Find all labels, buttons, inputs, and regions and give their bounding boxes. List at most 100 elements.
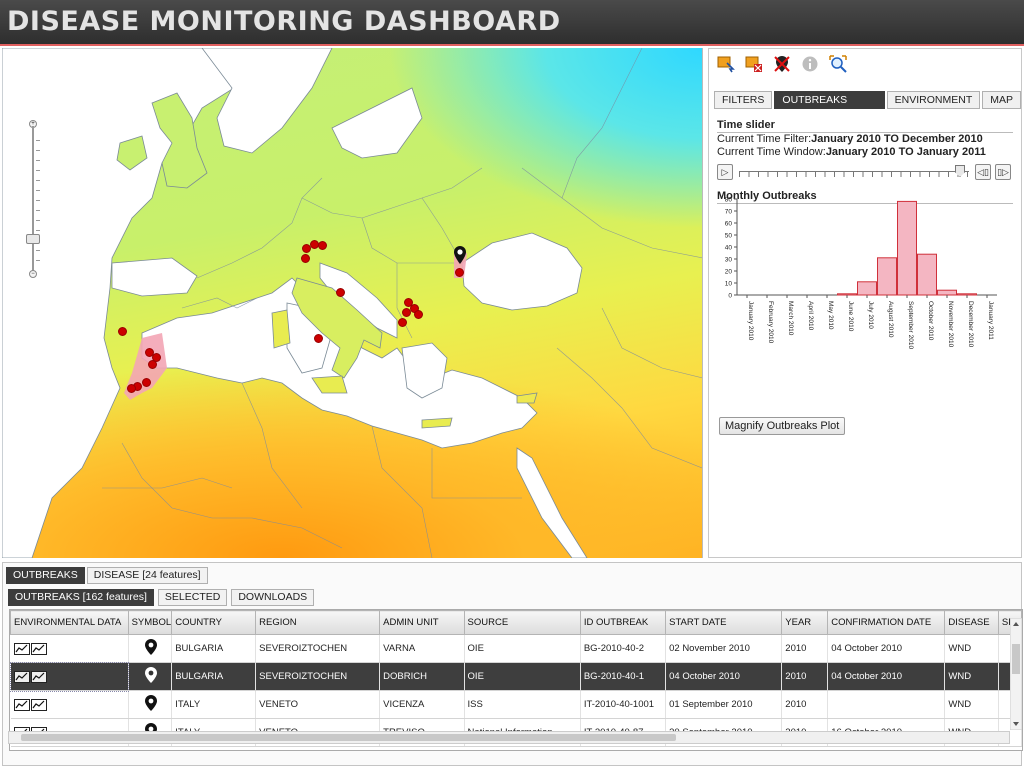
- col-symbol[interactable]: SYMBOL: [127, 610, 173, 635]
- bar: [937, 289, 957, 296]
- subtab-downloads[interactable]: DOWNLOADS: [231, 589, 315, 606]
- tab-map[interactable]: MAP: [982, 91, 1021, 109]
- x-tick-label: November 2010: [947, 301, 954, 348]
- bottom-subtabs: OUTBREAKS [162 features] SELECTED DOWNLO…: [8, 589, 315, 606]
- disease-cell: WND: [944, 690, 999, 719]
- table-row[interactable]: ITALY VENETO VICENZA ISS IT-2010-40-1001 01 S…: [10, 690, 1022, 719]
- tab-outbreaks[interactable]: OUTBREAKS: [6, 567, 85, 584]
- col-year[interactable]: YEAR: [781, 610, 829, 635]
- outbreak-marker[interactable]: [301, 254, 310, 263]
- col-admin-unit[interactable]: ADMIN UNIT: [379, 610, 465, 635]
- table-vertical-scrollbar[interactable]: [1010, 618, 1022, 730]
- right-panel: FILTERS OUTBREAKS GRAPH ENVIRONMENT MAP …: [708, 48, 1022, 558]
- country-cell: BULGARIA: [171, 662, 257, 691]
- outbreak-marker[interactable]: [318, 241, 327, 250]
- col-start-date[interactable]: START DATE: [665, 610, 783, 635]
- tab-filters[interactable]: FILTERS: [714, 91, 773, 109]
- x-tick-label: January 2010: [747, 301, 754, 341]
- map-view[interactable]: + −: [2, 48, 703, 558]
- id-outbreak-cell: BG-2010-40-2: [580, 634, 667, 663]
- start-date-cell: 02 November 2010: [665, 634, 783, 663]
- col-id-outbreak[interactable]: ID OUTBREAK: [579, 610, 667, 635]
- bar: [957, 293, 977, 296]
- step-back-icon[interactable]: ◁▯: [975, 164, 991, 180]
- app-header: DISEASE MONITORING DASHBOARD: [0, 0, 1024, 46]
- env-data-cell: [10, 661, 130, 692]
- col-confirmation-date[interactable]: CONFIRMATION DATE: [827, 610, 946, 635]
- chart-icon[interactable]: [30, 670, 47, 683]
- time-slider[interactable]: ▷ ◁▯ ▯▷: [717, 163, 1013, 181]
- confirmation-date-cell: 04 October 2010: [827, 662, 946, 691]
- start-date-cell: 01 September 2010: [665, 690, 783, 719]
- outbreak-marker[interactable]: [148, 360, 157, 369]
- subtab-selected[interactable]: SELECTED: [157, 589, 228, 606]
- time-window-value: January 2010 TO January 2011: [825, 146, 986, 158]
- step-forward-icon[interactable]: ▯▷: [995, 164, 1011, 180]
- source-cell: ISS: [464, 690, 581, 719]
- time-window-line: Current Time Window:January 2010 TO Janu…: [717, 146, 1013, 159]
- confirmation-date-cell: [827, 690, 946, 719]
- col-source[interactable]: SOURCE: [463, 610, 581, 635]
- col-disease[interactable]: DISEASE: [944, 610, 999, 635]
- outbreak-marker[interactable]: [414, 310, 423, 319]
- outbreak-marker[interactable]: [142, 378, 151, 387]
- region-cell: SEVEROIZTOCHEN: [255, 634, 381, 663]
- tab-environment[interactable]: ENVIRONMENT: [886, 91, 981, 109]
- chart-icon[interactable]: [30, 698, 47, 711]
- table-horizontal-scrollbar[interactable]: [8, 731, 1010, 744]
- table-row[interactable]: BULGARIA SEVEROIZTOCHEN VARNA OIE BG-2010-40…: [10, 634, 1022, 663]
- location-pin-icon: [145, 667, 158, 683]
- col-region[interactable]: REGION: [255, 610, 381, 635]
- x-tick-label: April 2010: [807, 301, 814, 331]
- monthly-outbreaks-chart: 0 10 20 30 40 50 60 70 80 January 2010 February 20…: [725, 197, 997, 349]
- y-tick-label: 60: [725, 221, 733, 228]
- location-pin-icon: [145, 695, 158, 711]
- chart-icon[interactable]: [13, 698, 30, 711]
- symbol-cell: [128, 634, 173, 663]
- play-icon[interactable]: ▷: [717, 164, 733, 180]
- time-slider-ticks: [739, 172, 969, 177]
- subtab-outbreaks-features[interactable]: OUTBREAKS [162 features]: [8, 589, 154, 606]
- chart-icon[interactable]: [13, 642, 30, 655]
- magnify-outbreaks-button[interactable]: Magnify Outbreaks Plot: [719, 417, 846, 435]
- start-date-cell: 04 October 2010: [665, 662, 783, 691]
- bar: [897, 200, 917, 296]
- outbreak-marker[interactable]: [118, 327, 127, 336]
- remove-marker-icon[interactable]: [773, 55, 791, 73]
- symbol-cell: [128, 690, 173, 719]
- bottom-tabs: OUTBREAKS DISEASE [24 features]: [6, 567, 208, 584]
- y-tick-label: 40: [725, 245, 733, 252]
- location-pin-icon: [145, 639, 158, 655]
- x-tick-label: August 2010: [887, 301, 894, 338]
- zoom-extent-icon[interactable]: [829, 55, 847, 73]
- x-tick-label: June 2010: [847, 301, 854, 332]
- info-icon[interactable]: [801, 55, 819, 73]
- table-row[interactable]: BULGARIA SEVEROIZTOCHEN DOBRICH OIE BG-2010-…: [10, 661, 1022, 692]
- outbreak-marker[interactable]: [127, 384, 136, 393]
- bar: [837, 293, 857, 296]
- tab-outbreaks-graph[interactable]: OUTBREAKS GRAPH: [774, 91, 885, 122]
- horizontal-scroll-thumb[interactable]: [21, 734, 676, 741]
- outbreak-marker[interactable]: [314, 334, 323, 343]
- right-panel-tabs: FILTERS OUTBREAKS GRAPH ENVIRONMENT MAP: [714, 91, 1021, 122]
- tab-disease[interactable]: DISEASE [24 features]: [86, 567, 208, 584]
- chart-icon[interactable]: [30, 642, 47, 655]
- col-country[interactable]: COUNTRY: [171, 610, 257, 635]
- selected-location-pin-icon[interactable]: [454, 246, 466, 264]
- y-tick-label: 10: [725, 281, 733, 288]
- time-filter-value: January 2010 TO December 2010: [811, 133, 983, 145]
- year-cell: 2010: [781, 662, 829, 691]
- admin-unit-cell: VICENZA: [379, 690, 465, 719]
- id-outbreak-cell: BG-2010-40-1: [580, 662, 667, 691]
- outbreak-marker[interactable]: [402, 308, 411, 317]
- col-environmental-data[interactable]: ENVIRONMENTAL DATA: [10, 610, 129, 635]
- outbreak-marker[interactable]: [455, 268, 464, 277]
- chart-icon[interactable]: [13, 670, 30, 683]
- x-tick-label: July 2010: [867, 301, 874, 329]
- x-tick-label: January 2011: [987, 301, 994, 340]
- select-feature-icon[interactable]: [717, 55, 735, 73]
- bar: [857, 281, 877, 296]
- outbreak-marker[interactable]: [398, 318, 407, 327]
- clear-selection-icon[interactable]: [745, 55, 763, 73]
- outbreak-marker[interactable]: [336, 288, 345, 297]
